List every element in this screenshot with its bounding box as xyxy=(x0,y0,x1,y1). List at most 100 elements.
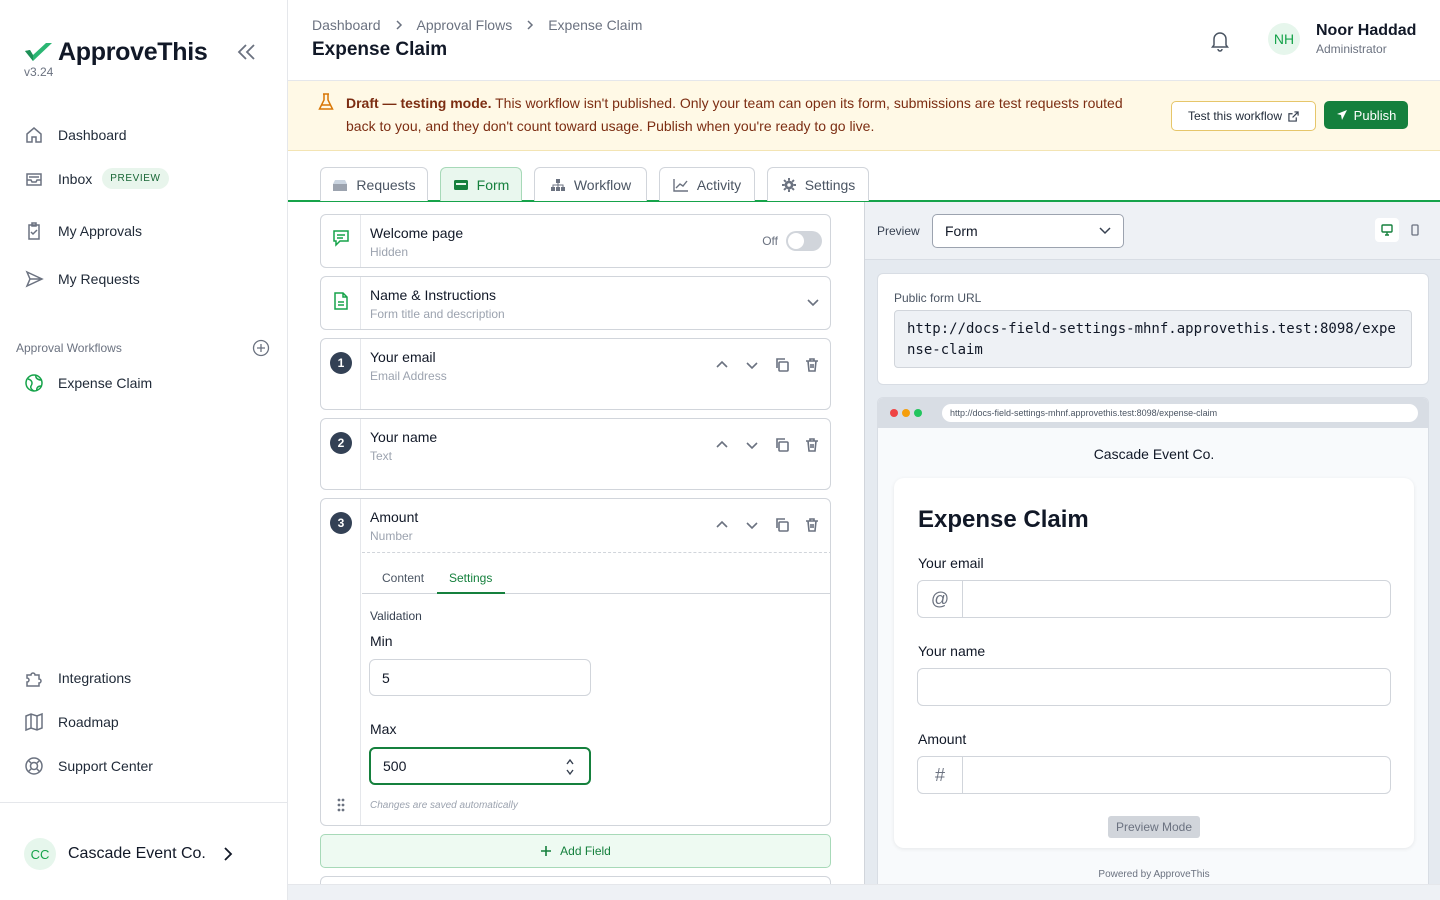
breadcrumb-approval-flows[interactable]: Approval Flows xyxy=(417,17,513,33)
logo[interactable]: ApproveThis xyxy=(24,38,208,67)
gear-icon xyxy=(781,177,796,192)
bell-icon[interactable] xyxy=(1210,30,1230,52)
toggle-knob xyxy=(788,233,804,249)
org-switcher[interactable]: CC Cascade Event Co. xyxy=(24,838,234,870)
draft-banner: Draft — testing mode. This workflow isn'… xyxy=(288,81,1440,151)
trash-icon[interactable] xyxy=(804,357,820,373)
name-instructions-card[interactable]: Name & Instructions Form title and descr… xyxy=(320,276,831,330)
map-icon xyxy=(25,712,43,732)
workflow-expense-claim[interactable]: Expense Claim xyxy=(24,373,152,393)
trash-icon[interactable] xyxy=(804,517,820,533)
chevron-up-icon[interactable] xyxy=(714,437,730,453)
field-card-email[interactable]: 1 Your email Email Address xyxy=(320,338,831,410)
copy-icon[interactable] xyxy=(774,437,790,453)
toggle-label: Off xyxy=(762,234,778,248)
max-input[interactable]: 500 xyxy=(369,747,591,785)
page-title: Expense Claim xyxy=(312,39,448,60)
nav-inbox[interactable]: Inbox PREVIEW xyxy=(24,168,169,189)
tab-label: Activity xyxy=(696,176,742,193)
card-title: Welcome page xyxy=(370,225,464,241)
window-minimize-dot xyxy=(902,409,910,417)
nav-my-requests[interactable]: My Requests xyxy=(24,269,140,289)
welcome-page-toggle[interactable] xyxy=(786,231,822,251)
banner-message: Draft — testing mode. This workflow isn'… xyxy=(346,92,1146,138)
min-input[interactable]: 5 xyxy=(369,659,591,696)
field-card-amount[interactable]: 3 Amount Number Content Settings Validat… xyxy=(320,498,831,826)
rocket-icon xyxy=(1336,110,1347,120)
workflows-section-label: Approval Workflows xyxy=(16,341,122,355)
sidebar: ApproveThis v3.24 Dashboard Inbox PREVIE… xyxy=(0,0,288,900)
breadcrumb-dashboard[interactable]: Dashboard xyxy=(312,17,381,33)
preview-form-title: Expense Claim xyxy=(918,506,1089,533)
autosave-note: Changes are saved automatically xyxy=(370,800,518,811)
field-actions xyxy=(714,517,820,533)
field-number: 2 xyxy=(330,432,352,454)
nav-dashboard[interactable]: Dashboard xyxy=(24,125,127,145)
chevron-down-icon[interactable] xyxy=(744,437,760,453)
field-number: 1 xyxy=(330,352,352,374)
tab-settings[interactable]: Settings xyxy=(767,167,869,201)
field-card-name[interactable]: 2 Your name Text xyxy=(320,418,831,490)
chevron-down-icon[interactable] xyxy=(806,298,820,308)
tab-workflow[interactable]: Workflow xyxy=(534,167,647,201)
add-field-button[interactable]: Add Field xyxy=(320,834,831,868)
preview-email-input[interactable]: @ xyxy=(917,580,1391,618)
clipboard-check-icon xyxy=(28,222,40,240)
nav-support-center[interactable]: Support Center xyxy=(24,756,153,776)
active-subtab-indicator xyxy=(437,592,505,594)
drag-handle-icon[interactable] xyxy=(336,797,346,813)
public-url-field[interactable]: http://docs-field-settings-mhnf.approvet… xyxy=(894,310,1412,368)
field-actions xyxy=(714,437,820,453)
nav-label: Support Center xyxy=(58,758,153,774)
nav-integrations[interactable]: Integrations xyxy=(24,668,131,688)
collapse-sidebar-icon[interactable] xyxy=(236,42,258,62)
trash-icon[interactable] xyxy=(804,437,820,453)
tab-label: Requests xyxy=(356,176,416,193)
tray-icon xyxy=(333,179,348,191)
add-workflow-icon[interactable] xyxy=(252,339,270,357)
field-type: Email Address xyxy=(370,369,447,383)
card-gutter xyxy=(321,215,361,267)
preview-amount-input[interactable]: # xyxy=(917,756,1391,794)
test-workflow-button[interactable]: Test this workflow xyxy=(1171,101,1316,131)
chevron-up-icon[interactable] xyxy=(714,357,730,373)
number-spinner-icon[interactable] xyxy=(565,757,575,777)
preview-mode-select[interactable]: Form xyxy=(932,214,1124,248)
chevron-down-icon[interactable] xyxy=(744,357,760,373)
public-url-card: Public form URL http://docs-field-settin… xyxy=(877,273,1429,385)
inbox-icon xyxy=(26,172,42,186)
preview-name-input[interactable] xyxy=(917,668,1391,706)
field-subtabs: Content Settings xyxy=(362,552,830,594)
tab-requests[interactable]: Requests xyxy=(320,167,428,201)
subtab-content[interactable]: Content xyxy=(382,571,424,585)
subtab-settings[interactable]: Settings xyxy=(449,571,492,585)
nav-my-approvals[interactable]: My Approvals xyxy=(24,221,142,241)
powered-by: Powered by ApproveThis xyxy=(1098,869,1210,880)
card-subtitle: Form title and description xyxy=(370,307,505,321)
publish-label: Publish xyxy=(1353,107,1397,123)
tab-activity[interactable]: Activity xyxy=(659,167,755,201)
desktop-view-button[interactable] xyxy=(1375,218,1399,242)
validation-label: Validation xyxy=(370,609,422,623)
nav-roadmap[interactable]: Roadmap xyxy=(24,712,119,732)
welcome-page-card[interactable]: Welcome page Hidden Off xyxy=(320,214,831,268)
nav-label: Dashboard xyxy=(58,127,127,143)
mobile-view-button[interactable] xyxy=(1403,218,1427,242)
sidebar-footer: CC Cascade Event Co. xyxy=(0,802,288,900)
chevron-up-icon[interactable] xyxy=(714,517,730,533)
chevron-down-icon[interactable] xyxy=(744,517,760,533)
external-link-icon xyxy=(1288,110,1299,122)
preview-field-label: Your name xyxy=(918,643,986,659)
user-avatar: NH xyxy=(1268,23,1300,55)
browser-preview: http://docs-field-settings-mhnf.approvet… xyxy=(877,397,1429,884)
copy-icon[interactable] xyxy=(774,517,790,533)
breadcrumb: Dashboard Approval Flows Expense Claim xyxy=(312,17,642,33)
copy-icon[interactable] xyxy=(774,357,790,373)
monitor-icon xyxy=(1381,224,1393,236)
tab-form[interactable]: Form xyxy=(440,167,522,201)
publish-button[interactable]: Publish xyxy=(1324,101,1408,129)
next-card-stub xyxy=(320,876,831,884)
phone-icon xyxy=(1411,224,1419,236)
user-menu[interactable]: NH Noor Haddad Administrator xyxy=(1268,22,1416,56)
nav-label: Inbox xyxy=(58,170,93,187)
